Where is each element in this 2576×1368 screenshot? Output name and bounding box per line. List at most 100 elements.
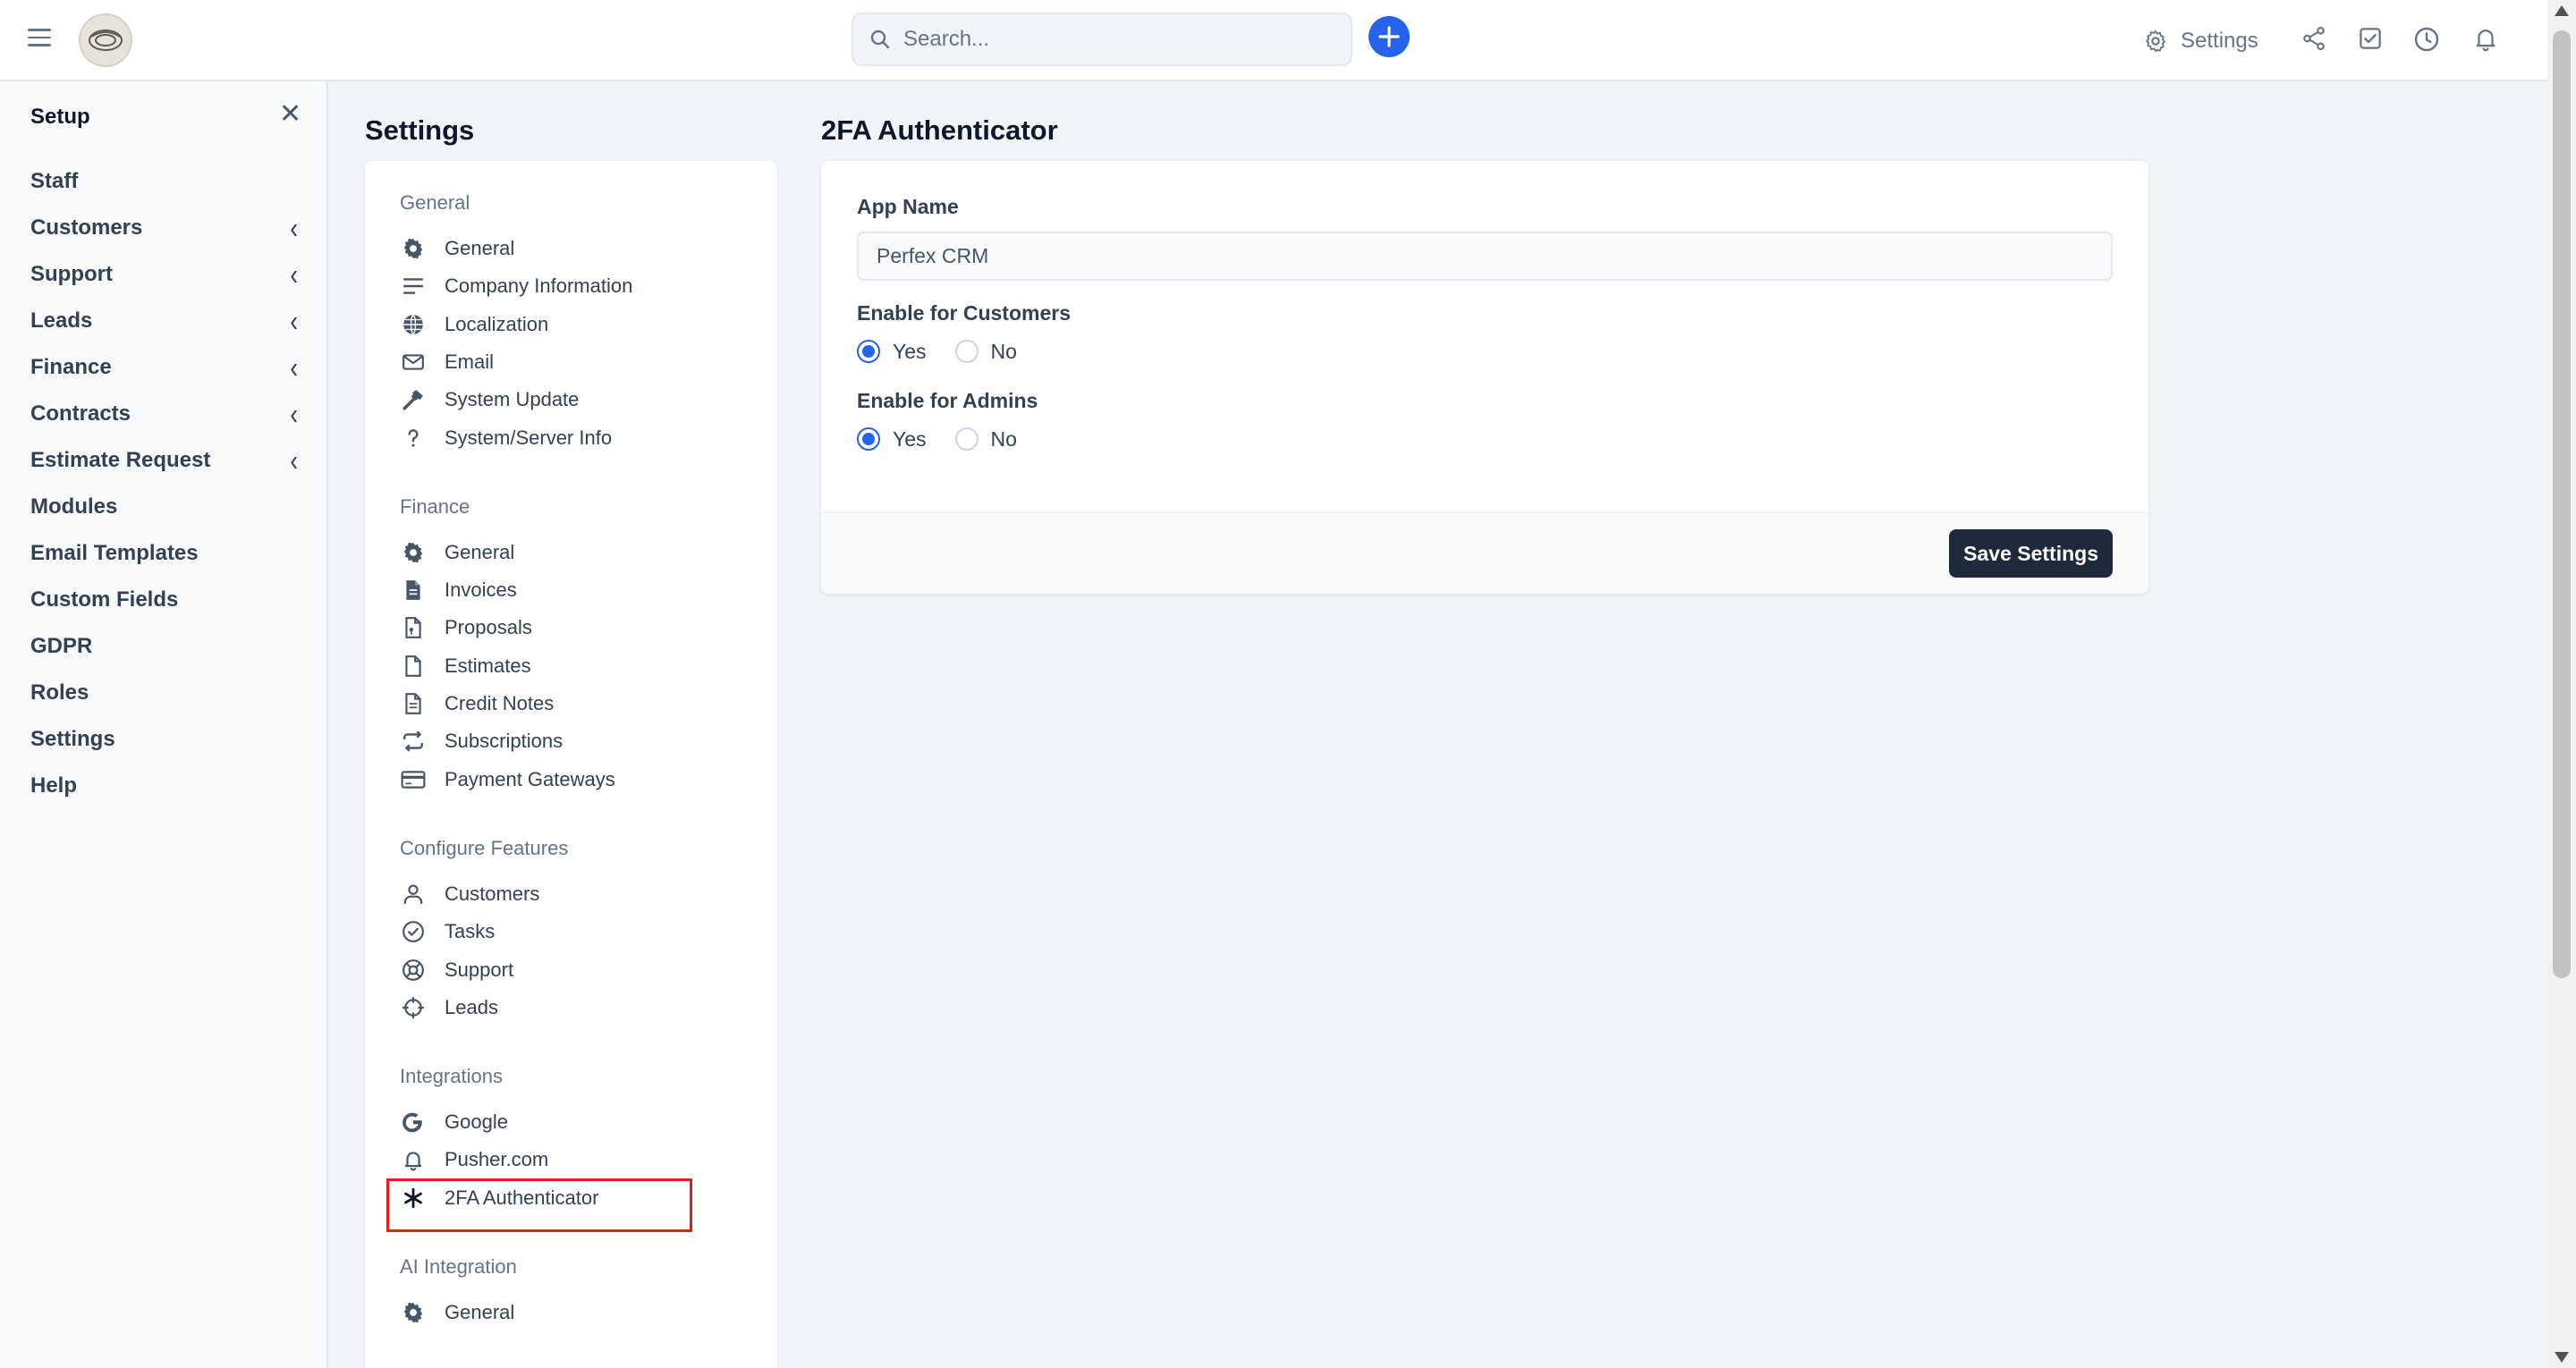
settings-item-general[interactable]: General (400, 1295, 514, 1330)
settings-item-company-information[interactable]: Company Information (400, 268, 632, 304)
setup-item-modules[interactable]: Modules (0, 484, 328, 530)
setup-item-leads[interactable]: Leads ‹ (0, 298, 328, 344)
chevron-left-icon[interactable]: ‹ (290, 257, 298, 292)
chevron-left-icon[interactable]: ‹ (290, 350, 298, 385)
settings-item-subscriptions[interactable]: Subscriptions (400, 723, 563, 759)
setup-item-label: Contracts (30, 401, 131, 426)
settings-item-label: Tasks (445, 920, 496, 943)
settings-item-payment-gateways[interactable]: Payment Gateways (400, 762, 615, 798)
customers-no-label[interactable]: No (991, 340, 1017, 364)
2fa-settings-card: App Name Perfex CRM Enable for Customers… (821, 161, 2148, 594)
share-icon[interactable] (2301, 25, 2327, 52)
gear-icon (400, 1299, 427, 1326)
setup-item-email-templates[interactable]: Email Templates (0, 530, 328, 577)
settings-item-google[interactable]: Google (400, 1104, 508, 1140)
setup-item-custom-fields[interactable]: Custom Fields (0, 577, 328, 623)
setup-item-label: Custom Fields (30, 587, 179, 612)
settings-link[interactable]: Settings (2143, 29, 2258, 54)
setup-menu: Staff Customers ‹ Support ‹ Leads ‹ Finance ‹ Con… (0, 158, 328, 809)
customers-no-radio[interactable] (954, 340, 979, 363)
gear-icon (400, 235, 427, 262)
settings-group-title: Finance (400, 494, 470, 518)
chevron-left-icon[interactable]: ‹ (290, 210, 298, 246)
admins-yes-radio[interactable] (857, 427, 880, 451)
setup-item-label: Support (30, 262, 113, 286)
clock-icon[interactable] (2412, 25, 2441, 54)
admins-no-radio[interactable] (954, 427, 979, 451)
check-circle-icon (400, 918, 427, 945)
logo-mark (89, 30, 123, 51)
settings-item-localization[interactable]: Localization (400, 307, 548, 342)
setup-item-settings[interactable]: Settings (0, 716, 328, 763)
settings-item-credit-notes[interactable]: Credit Notes (400, 686, 554, 722)
settings-item-label: General (445, 237, 515, 259)
setup-sidebar: Setup ✕ Staff Customers ‹ Support ‹ Leads ‹ Fin… (0, 81, 328, 1368)
file-doc-icon (400, 614, 427, 641)
save-settings-button[interactable]: Save Settings (1949, 529, 2113, 578)
settings-item-leads[interactable]: Leads (400, 990, 498, 1026)
credit-card-icon (400, 766, 427, 793)
customers-yes-label[interactable]: Yes (893, 340, 927, 364)
settings-group-title: Integrations (400, 1065, 503, 1088)
settings-item-support[interactable]: Support (400, 952, 513, 988)
setup-item-finance[interactable]: Finance ‹ (0, 344, 328, 391)
settings-heading: Settings (365, 114, 475, 146)
enable-admins-label: Enable for Admins (857, 389, 1038, 412)
settings-group-title: AI Integration (400, 1255, 517, 1278)
settings-item-label: System/Server Info (445, 426, 613, 449)
admins-no-label[interactable]: No (991, 427, 1017, 452)
settings-item-tasks[interactable]: Tasks (400, 914, 495, 950)
customers-yes-radio[interactable] (857, 340, 880, 363)
gear-icon (400, 539, 427, 566)
enable-customers-label: Enable for Customers (857, 301, 1071, 325)
quick-create-button[interactable] (1368, 16, 1410, 57)
card-footer: Save Settings (821, 511, 2148, 594)
close-icon[interactable]: ✕ (279, 101, 301, 128)
company-logo[interactable] (79, 13, 132, 67)
repeat-icon (400, 728, 427, 755)
setup-item-estimate-request[interactable]: Estimate Request ‹ (0, 437, 328, 484)
settings-item-email[interactable]: Email (400, 344, 494, 380)
settings-item-pusher-com[interactable]: Pusher.com (400, 1142, 548, 1178)
scroll-up-arrow[interactable] (2555, 5, 2569, 16)
lines-icon (400, 273, 427, 300)
scroll-down-arrow[interactable] (2555, 1352, 2569, 1363)
plus-icon (1378, 26, 1400, 47)
question-icon (400, 425, 427, 452)
settings-item-proposals[interactable]: Proposals (400, 610, 532, 646)
setup-item-staff[interactable]: Staff (0, 158, 328, 205)
settings-item-general[interactable]: General (400, 231, 514, 266)
setup-item-label: Staff (30, 169, 79, 193)
search-input[interactable] (903, 27, 1333, 52)
top-right-actions: Settings (2143, 23, 2258, 59)
settings-item-customers[interactable]: Customers (400, 876, 539, 912)
search-bar[interactable] (852, 13, 1352, 66)
chevron-left-icon[interactable]: ‹ (290, 396, 298, 432)
settings-item-system-server-info[interactable]: System/Server Info (400, 420, 612, 456)
admins-yes-label[interactable]: Yes (893, 427, 927, 452)
setup-item-help[interactable]: Help (0, 763, 328, 809)
chevron-left-icon[interactable]: ‹ (290, 303, 298, 339)
page-scrollbar[interactable] (2547, 0, 2576, 1368)
setup-item-contracts[interactable]: Contracts ‹ (0, 391, 328, 437)
chevron-left-icon[interactable]: ‹ (290, 443, 298, 478)
setup-item-label: Email Templates (30, 541, 199, 565)
settings-item-system-update[interactable]: System Update (400, 382, 579, 418)
settings-group-title: General (400, 191, 470, 214)
setup-item-roles[interactable]: Roles (0, 670, 328, 716)
settings-item-invoices[interactable]: Invoices (400, 572, 517, 608)
settings-item-general[interactable]: General (400, 535, 514, 570)
settings-item-label: Estimates (445, 654, 531, 677)
app-name-input[interactable]: Perfex CRM (857, 232, 2113, 281)
bell-icon[interactable] (2472, 25, 2499, 52)
setup-item-label: Finance (30, 355, 112, 379)
setup-item-gdpr[interactable]: GDPR (0, 623, 328, 670)
settings-item-estimates[interactable]: Estimates (400, 648, 531, 684)
search-icon (870, 30, 890, 49)
settings-item-label: Support (445, 958, 514, 981)
setup-item-support[interactable]: Support ‹ (0, 251, 328, 298)
checkbox-icon[interactable] (2357, 25, 2384, 52)
setup-item-customers[interactable]: Customers ‹ (0, 205, 328, 251)
menu-icon[interactable] (28, 29, 51, 48)
scroll-thumb[interactable] (2553, 30, 2571, 978)
